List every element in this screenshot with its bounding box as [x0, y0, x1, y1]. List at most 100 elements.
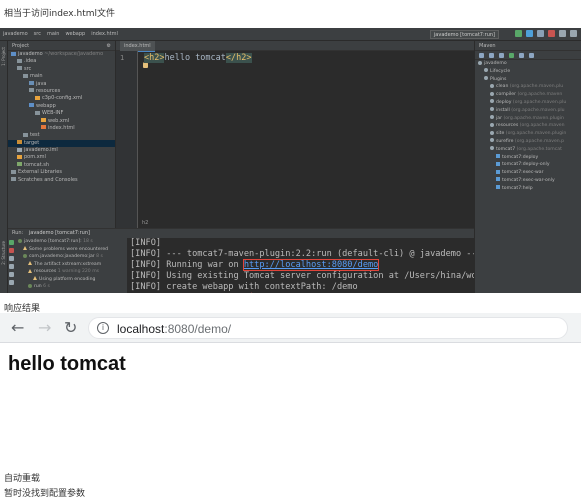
folder-icon — [478, 60, 482, 65]
folder-icon — [23, 132, 28, 137]
maven-tree-item[interactable]: tomcat7:help — [475, 185, 581, 193]
project-tree-item[interactable]: target — [8, 139, 115, 148]
skip-tests-icon[interactable] — [529, 52, 534, 58]
maven-tree-item[interactable]: site (org.apache.maven.plugin — [475, 130, 581, 138]
tree-item-label: javademo — [18, 51, 43, 57]
console-output[interactable]: [INFO] [INFO] --- tomcat7-maven-plugin:2.… — [129, 238, 474, 293]
reload-button[interactable]: ↻ — [64, 320, 77, 336]
maven-tree-item[interactable]: install (org.apache.maven.plu — [475, 107, 581, 115]
run-item-label: Using platform encoding — [39, 276, 96, 282]
project-tree-item[interactable]: WEB-INF — [8, 110, 115, 117]
run-icon[interactable] — [509, 52, 514, 58]
build-icon[interactable] — [559, 30, 566, 37]
project-tree-item[interactable]: resources — [8, 88, 115, 95]
close-icon[interactable] — [9, 280, 14, 285]
filter-icon[interactable] — [9, 256, 14, 261]
run-tab[interactable]: javademo [tomcat7:run] — [29, 230, 90, 236]
run-tree-item[interactable]: Some problems were encountered — [18, 246, 127, 254]
maven-tree-item[interactable]: tomcat7:deploy — [475, 154, 581, 162]
maven-icon[interactable] — [519, 52, 524, 58]
run-tree-item[interactable]: run 6 s — [18, 283, 127, 291]
url-text[interactable]: localhost:8080/demo/ — [117, 322, 231, 336]
pin-icon[interactable] — [9, 272, 14, 277]
download-icon[interactable] — [499, 52, 504, 58]
maven-item-hint: (org.apache.maven.plugin — [504, 131, 567, 137]
project-tree-item[interactable]: tomcat.sh — [8, 162, 115, 169]
run-tree-item[interactable]: com.javademo:javademo:jar 8 s — [18, 253, 127, 261]
settings-icon[interactable] — [9, 264, 14, 269]
project-tree-item[interactable]: Scratches and Consoles — [8, 177, 115, 184]
goal-icon — [496, 177, 500, 182]
nav-crumb[interactable]: index.html — [91, 31, 118, 37]
nav-crumb[interactable]: webapp — [65, 31, 85, 37]
structure-tool-tab[interactable]: 2: Structure — [1, 241, 6, 265]
maven-panel-title: Maven — [475, 41, 581, 51]
project-tree-item[interactable]: javademo.iml — [8, 147, 115, 154]
run-icon[interactable] — [515, 30, 522, 37]
stop-icon[interactable] — [548, 30, 555, 37]
project-tree-item[interactable]: javademo ~/workspace/javademo — [8, 51, 115, 58]
project-tree-item[interactable]: java — [8, 81, 115, 88]
maven-tree-item[interactable]: javademo — [475, 60, 581, 68]
file-icon — [17, 147, 22, 152]
maven-panel: Maven javademo Lifecycle Plugins clean (org… — [474, 41, 581, 293]
warning-icon — [33, 276, 37, 280]
code-line[interactable]: <h2>hello tomcat</h2> — [144, 53, 252, 63]
tree-item-label: Scratches and Consoles — [18, 176, 78, 183]
maven-item-hint: (org.apache.maven.plu — [511, 99, 567, 105]
panel-settings-icon[interactable]: ⚙ — [107, 41, 111, 50]
add-icon[interactable] — [489, 52, 494, 58]
project-tree-item[interactable]: External Libraries — [8, 169, 115, 176]
project-panel-title[interactable]: Project — [12, 41, 29, 50]
maven-tree-item[interactable]: tomcat7:deploy-only — [475, 161, 581, 169]
run-config-selector[interactable]: javademo [tomcat7:run] — [429, 30, 499, 39]
reload-icon[interactable] — [479, 52, 484, 58]
project-tool-tab[interactable]: 1: Project — [1, 47, 6, 66]
tree-item-label: WEB-INF — [42, 110, 64, 117]
console-link[interactable]: http://localhost:8080/demo — [242, 259, 380, 271]
back-button[interactable]: ← — [11, 320, 24, 336]
nav-crumb[interactable]: javademo — [3, 31, 28, 37]
maven-tree-item[interactable]: clean (org.apache.maven.plu — [475, 83, 581, 91]
project-tree-item[interactable]: webapp — [8, 103, 115, 110]
stop-icon[interactable] — [9, 248, 14, 253]
coverage-icon[interactable] — [537, 30, 544, 37]
maven-tree-item[interactable]: surefire (org.apache.maven.p — [475, 138, 581, 146]
project-tree-item[interactable]: .idea — [8, 58, 115, 65]
maven-tree-item[interactable]: tomcat7:exec-war-only — [475, 177, 581, 185]
search-icon[interactable] — [570, 30, 577, 37]
maven-tree-item[interactable]: tomcat7:exec-war — [475, 169, 581, 177]
project-tree-item[interactable]: src — [8, 66, 115, 73]
project-tree: javademo ~/workspace/javademo .idea src mai… — [8, 51, 115, 184]
run-tree-item[interactable]: Using platform encoding — [18, 276, 127, 284]
project-tree-item[interactable]: main — [8, 73, 115, 80]
maven-tree-item[interactable]: deploy (org.apache.maven.plu — [475, 99, 581, 107]
maven-item-label: tomcat7:deploy — [502, 154, 539, 160]
nav-crumb[interactable]: src — [34, 31, 41, 37]
run-tree-item[interactable]: The artifact xstream:xstream — [18, 261, 127, 269]
maven-tree-item[interactable]: jar (org.apache.maven.plugin — [475, 115, 581, 123]
info-icon[interactable]: i — [97, 322, 109, 334]
project-tree-item[interactable]: pom.xml — [8, 154, 115, 161]
folder-icon — [17, 140, 22, 145]
maven-tree-item[interactable]: Plugins — [475, 76, 581, 84]
project-tree-item[interactable]: test — [8, 132, 115, 139]
address-bar[interactable]: i localhost:8080/demo/ — [88, 317, 568, 339]
tree-item-label: web.xml — [48, 117, 70, 124]
maven-tree-item[interactable]: Lifecycle — [475, 68, 581, 76]
maven-tree-item[interactable]: tomcat7 (org.apache.tomcat — [475, 146, 581, 154]
tree-item-label: resources — [36, 87, 61, 94]
nav-crumb[interactable]: main — [47, 31, 60, 37]
run-item-label: com.javademo:javademo:jar — [29, 254, 95, 259]
project-tree-item[interactable]: web.xml — [8, 118, 115, 125]
maven-tree-item[interactable]: compiler (org.apache.maven — [475, 91, 581, 99]
rerun-icon[interactable] — [9, 240, 14, 245]
project-tree-item[interactable]: index.html — [8, 125, 115, 132]
forward-button[interactable]: → — [38, 320, 51, 336]
run-tree-item[interactable]: resources 1 warning 220 ms — [18, 268, 127, 276]
run-tree-item[interactable]: javademo [tomcat7:run]: 18 s — [18, 238, 127, 246]
editor-breadcrumb[interactable]: h2 — [142, 220, 148, 226]
maven-tree-item[interactable]: resources (org.apache.maven — [475, 122, 581, 130]
debug-icon[interactable] — [526, 30, 533, 37]
project-tree-item[interactable]: c3p0-config.xml — [8, 95, 115, 102]
